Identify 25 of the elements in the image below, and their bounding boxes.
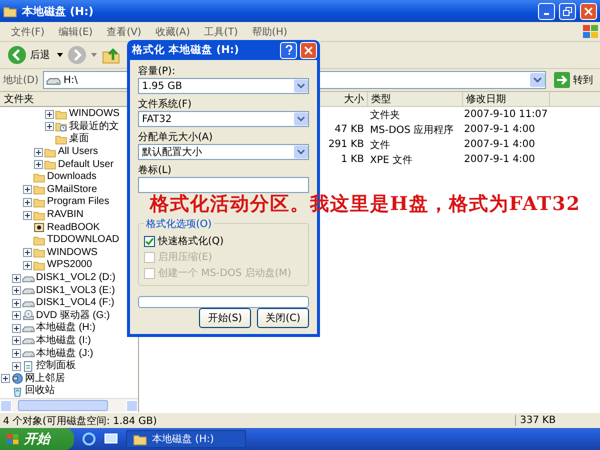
pane-title: 文件夹 xyxy=(4,92,34,106)
dialog-title: 格式化 本地磁盘 (H:) xyxy=(132,43,240,57)
table-cell-text: MS-DOS 应用程序 xyxy=(369,124,455,136)
table-cell-text: 2007-9-1 4:00 xyxy=(463,154,536,165)
table-cell-text: 2007-9-1 4:00 xyxy=(463,139,536,150)
table-cell-text: 291 KB xyxy=(327,139,365,150)
table-cell-text: 文件夹 xyxy=(369,108,401,122)
checkbox-label: 启用压缩(E) xyxy=(158,250,212,264)
window-title: 本地磁盘 (H:) xyxy=(22,4,94,18)
table-cell-text: 文件 xyxy=(369,138,391,152)
checkbox-label: 创建一个 MS-DOS 启动盘(M) xyxy=(158,266,292,280)
field-label: 分配单元大小(A) xyxy=(138,131,214,144)
status-text: 4 个对象(可用磁盘空间: 1.84 GB) xyxy=(3,414,158,428)
group-title: 格式化选项(O) xyxy=(144,217,214,231)
field-label: 文件系统(F) xyxy=(138,98,193,111)
checkbox-label: 快速格式化(Q) xyxy=(158,234,224,248)
address-label: 地址(D) xyxy=(3,74,39,87)
table-cell-text: 2007-9-10 11:07 xyxy=(463,109,547,120)
field-label: 卷标(L) xyxy=(138,164,172,177)
status-size: 337 KB xyxy=(515,415,600,426)
table-cell-text: 47 KB xyxy=(334,124,365,135)
field-label: 容量(P): xyxy=(138,65,176,78)
table-cell-text: XPE 文件 xyxy=(369,154,414,166)
table-cell-text: 1 KB xyxy=(340,154,365,165)
table-cell-text: 2007-9-1 4:00 xyxy=(463,124,536,135)
